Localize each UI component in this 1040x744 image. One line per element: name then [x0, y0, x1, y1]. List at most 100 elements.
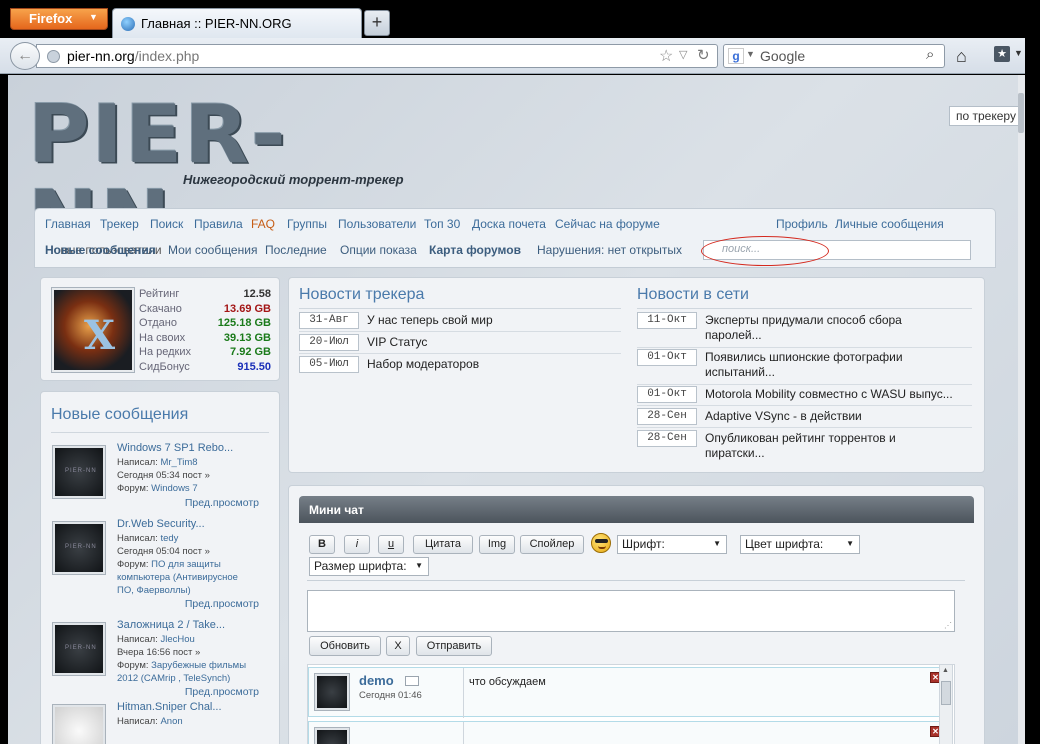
history-dropdown-icon[interactable]: ▽ — [679, 48, 687, 61]
img-button[interactable]: Img — [479, 535, 515, 554]
user-avatar[interactable] — [314, 727, 350, 744]
firefox-menu-button[interactable]: Firefox ▼ — [10, 8, 108, 30]
main-menu: Главная Трекер Поиск Правила FAQ Группы … — [34, 208, 996, 268]
menu-forum-map[interactable]: Карта форумов — [429, 243, 521, 257]
menu-home[interactable]: Главная — [45, 217, 91, 231]
news-link[interactable]: Набор модераторов — [367, 357, 479, 372]
author-link[interactable]: Anon — [160, 716, 182, 727]
scroll-up-icon[interactable]: ▲ — [942, 667, 949, 674]
topic-link[interactable]: Hitman.Sniper Chal... — [117, 701, 222, 713]
search-bar[interactable]: g ▼ Google ⌕ — [723, 44, 945, 68]
clear-button[interactable]: X — [386, 636, 410, 656]
post-time[interactable]: Сегодня 05:34 пост » — [117, 470, 210, 481]
back-button[interactable]: ← — [10, 42, 40, 70]
bookmarks-dropdown-icon[interactable]: ▼ — [1014, 48, 1023, 58]
refresh-button[interactable]: Обновить — [309, 636, 381, 656]
chat-message-input[interactable]: ⋰ — [307, 590, 955, 632]
preview-link[interactable]: Пред.просмотр — [185, 497, 259, 509]
menu-private-messages[interactable]: Личные сообщения — [835, 217, 944, 231]
bookmark-star-icon[interactable]: ☆ — [659, 46, 673, 66]
author-link[interactable]: JlecHou — [160, 634, 194, 645]
send-button[interactable]: Отправить — [416, 636, 492, 656]
menu-latest[interactable]: Последние — [265, 243, 327, 257]
preview-link[interactable]: Пред.просмотр — [185, 598, 259, 610]
new-tab-button[interactable]: + — [364, 10, 390, 36]
browser-tab[interactable]: Главная :: PIER-NN.ORG — [112, 8, 362, 38]
preview-link[interactable]: Пред.просмотр — [185, 686, 259, 698]
search-scope-select[interactable]: по трекеру — [949, 106, 1018, 126]
menu-violations[interactable]: Нарушения: нет открытых — [537, 243, 682, 257]
menu-tracker[interactable]: Трекер — [100, 217, 139, 231]
author-link[interactable]: tedy — [160, 533, 178, 544]
chat-username[interactable]: demo — [359, 673, 394, 688]
menu-new-posts[interactable]: Новые сообщения — [45, 243, 156, 257]
news-link[interactable]: Adaptive VSync - в действии — [705, 409, 862, 424]
font-select[interactable]: Шрифт: ▼ — [617, 535, 727, 554]
home-icon[interactable]: ⌂ — [956, 46, 967, 67]
user-stats: Рейтинг 12.58 Скачано 13.69 GB Отдано 125.18 … — [139, 288, 271, 375]
menu-rules[interactable]: Правила — [194, 217, 243, 231]
quote-button[interactable]: Цитата — [413, 535, 473, 554]
forum-link[interactable]: Зарубежные фильмы — [151, 660, 246, 671]
menu-profile[interactable]: Профиль — [776, 217, 828, 231]
forum-link-cont[interactable]: компьютера (Антивирусное — [117, 572, 238, 583]
menu-groups[interactable]: Группы — [287, 217, 327, 231]
address-bar[interactable]: pier-nn.org/index.php ☆ ▽ ↻ — [36, 44, 718, 68]
forum-link-cont[interactable]: ПО, Фаерволлы) — [117, 585, 191, 596]
underline-button[interactable]: u — [378, 535, 404, 554]
news-date: 31-Авг — [299, 312, 359, 329]
menu-view-options[interactable]: Опции показа — [340, 243, 417, 257]
menu-my-posts[interactable]: Мои сообщения — [168, 243, 257, 257]
site-logo[interactable]: PIER-NN Нижегородский торрент-трекер — [28, 87, 428, 262]
menu-search[interactable]: Поиск — [150, 217, 183, 231]
post-time[interactable]: Вчера 16:56 пост » — [117, 647, 200, 658]
forum-link-cont[interactable]: 2012 (CAMrip , TeleSynch) — [117, 673, 230, 684]
news-link[interactable]: У нас теперь свой мир — [367, 313, 493, 328]
author-link[interactable]: Mr_Tim8 — [160, 457, 197, 468]
forum-link[interactable]: ПО для защиты — [151, 559, 221, 570]
engine-dropdown-icon[interactable]: ▼ — [746, 49, 755, 59]
scrollbar-thumb[interactable] — [1018, 93, 1024, 133]
chat-scrollbar[interactable]: ▲ — [939, 664, 953, 744]
topic-link[interactable]: Заложница 2 / Take... — [117, 619, 225, 631]
envelope-icon[interactable] — [405, 676, 419, 686]
search-icon[interactable]: ⌕ — [926, 46, 934, 63]
menu-users[interactable]: Пользователи — [338, 217, 416, 231]
scrollbar-thumb[interactable] — [941, 681, 951, 705]
url-path: /index.php — [134, 48, 200, 64]
reload-icon[interactable]: ↻ — [697, 46, 710, 64]
google-icon[interactable]: g — [728, 48, 744, 64]
user-avatar[interactable]: X — [51, 287, 135, 373]
menu-faq[interactable]: FAQ — [251, 217, 275, 231]
topic-link[interactable]: Dr.Web Security... — [117, 518, 205, 530]
topic-link[interactable]: Windows 7 SP1 Rebo... — [117, 442, 233, 454]
italic-button[interactable]: i — [344, 535, 370, 554]
tab-bar: Firefox ▼ Главная :: PIER-NN.ORG + — [0, 0, 1025, 38]
menu-online-now[interactable]: Сейчас на форуме — [555, 217, 660, 231]
news-link[interactable]: Появились шпионские фотографии испытаний.… — [705, 350, 903, 380]
news-link[interactable]: VIP Статус — [367, 335, 427, 350]
forum-thumbnail[interactable]: PIER-NN — [52, 622, 106, 676]
page-scrollbar[interactable] — [1017, 75, 1025, 744]
resize-grip-icon[interactable]: ⋰ — [944, 621, 952, 630]
user-avatar[interactable] — [314, 673, 350, 711]
font-color-select[interactable]: Цвет шрифта: ▼ — [740, 535, 860, 554]
site-identity-icon[interactable] — [47, 50, 60, 63]
forum-link[interactable]: Windows 7 — [151, 483, 197, 494]
forum-thumbnail[interactable] — [52, 704, 106, 744]
news-link[interactable]: Motorola Mobility совместно с WASU выпус… — [705, 387, 953, 402]
bold-button[interactable]: B — [309, 535, 335, 554]
news-link[interactable]: Эксперты придумали способ сбора паролей..… — [705, 313, 902, 343]
forum-thumbnail[interactable]: PIER-NN — [52, 521, 106, 575]
post-time[interactable]: Сегодня 05:04 пост » — [117, 546, 210, 557]
spoiler-button[interactable]: Спойлер — [520, 535, 584, 554]
bookmarks-icon[interactable]: ★ — [994, 46, 1010, 62]
menu-honor-board[interactable]: Доска почета — [472, 217, 546, 231]
news-date: 11-Окт — [637, 312, 697, 329]
menu-top30[interactable]: Топ 30 — [424, 217, 460, 231]
font-size-select[interactable]: Размер шрифта: ▼ — [309, 557, 429, 576]
news-link[interactable]: Опубликован рейтинг торрентов и пиратски.… — [705, 431, 896, 461]
post-author-line: Написал: Anon — [117, 716, 183, 727]
forum-thumbnail[interactable]: PIER-NN — [52, 445, 106, 499]
smiley-icon[interactable] — [591, 533, 611, 553]
